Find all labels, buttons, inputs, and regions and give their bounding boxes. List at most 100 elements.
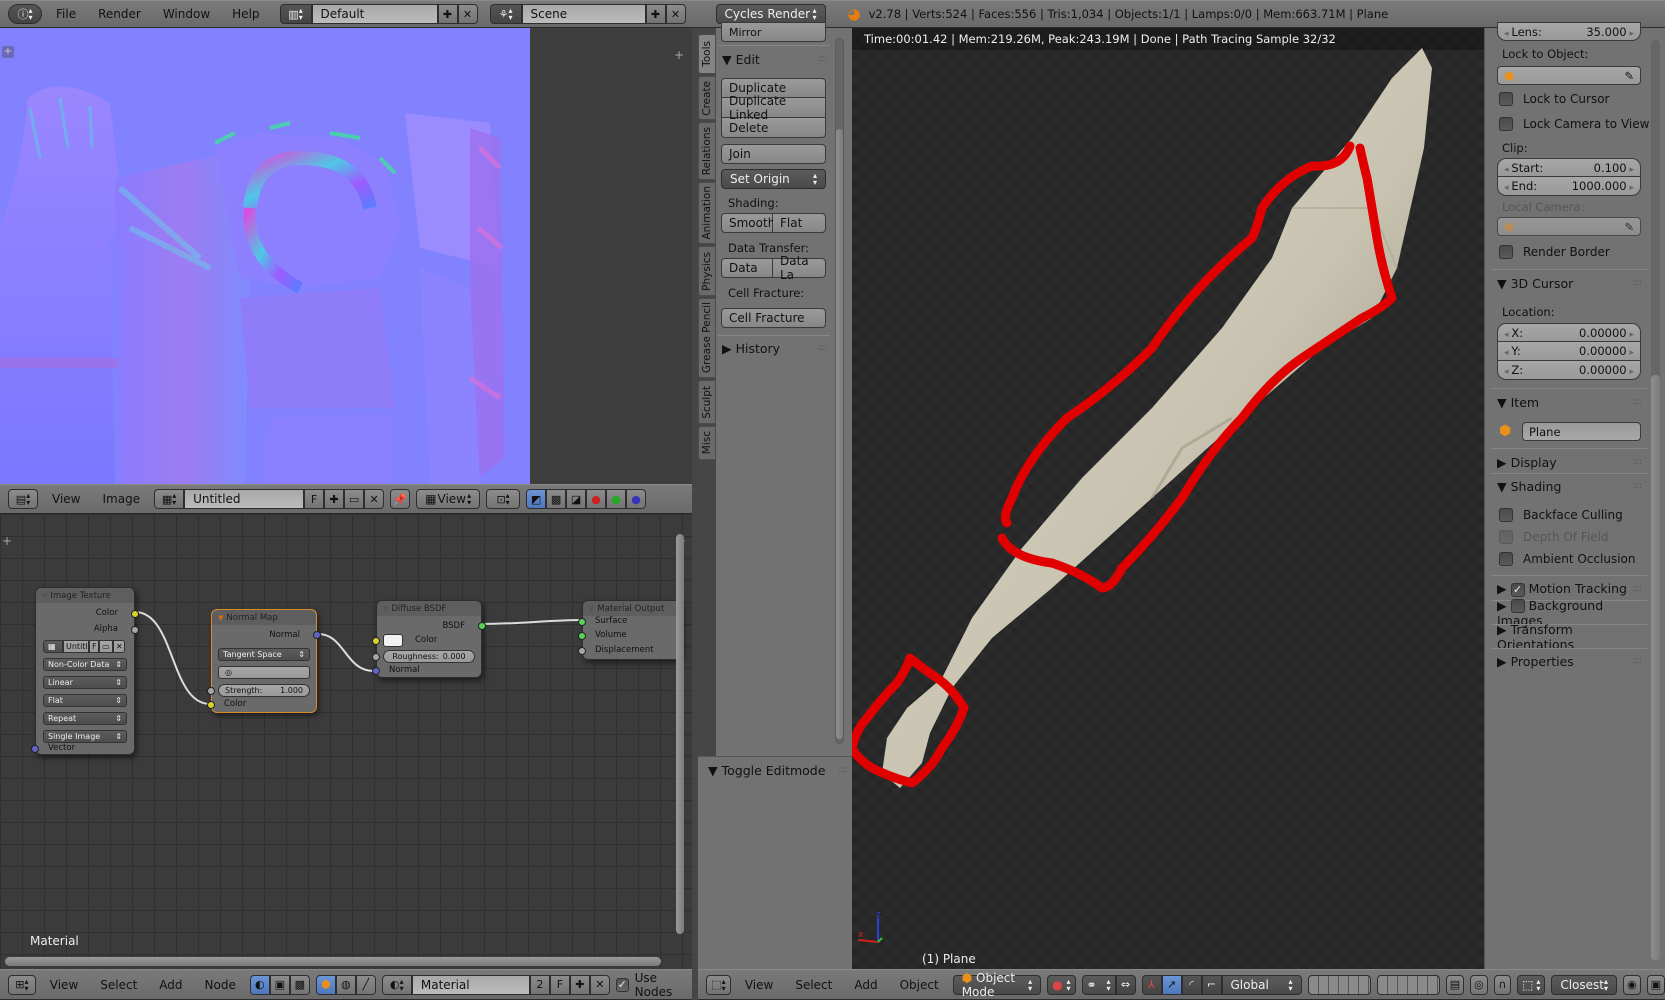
transform-orientations-panel-header[interactable]: ▶ Transform Orientations xyxy=(1491,622,1647,652)
menu-add[interactable]: Add xyxy=(846,978,885,992)
socket-bsdf-out[interactable] xyxy=(478,622,486,630)
render-border-checkbox[interactable] xyxy=(1499,245,1513,259)
strength-field[interactable]: Strength: 1.000 xyxy=(218,684,310,697)
socket-color-in[interactable] xyxy=(372,637,380,645)
delete-scene-button[interactable]: ✕ xyxy=(665,4,686,24)
color-swatch[interactable] xyxy=(383,634,403,647)
drag-grip-icon[interactable]: :::: xyxy=(818,343,827,353)
menu-add[interactable]: Add xyxy=(151,978,190,992)
viewport-shading-select[interactable]: ● ▴ ▾ xyxy=(1047,974,1076,995)
render-animation-icon[interactable]: ▣ xyxy=(1646,974,1665,995)
socket-surface-in[interactable] xyxy=(578,618,586,626)
add-scene-button[interactable]: ✚ xyxy=(645,4,666,24)
background-images-checkbox[interactable] xyxy=(1510,599,1525,614)
clip-end-field[interactable]: End:1000.000 xyxy=(1497,177,1641,196)
proportional-editing-icon[interactable]: ◎ xyxy=(1470,974,1488,995)
material-name-field[interactable]: Material xyxy=(411,974,530,995)
tab-misc[interactable]: Misc xyxy=(698,426,716,460)
drag-grip-icon[interactable]: :::: xyxy=(1633,457,1642,467)
background-images-panel-header[interactable]: ▶ Background Images xyxy=(1491,598,1647,629)
use-nodes-checkbox[interactable]: ✓ xyxy=(615,977,629,992)
image-editor-canvas[interactable]: + xyxy=(0,28,530,484)
compositing-nodes-icon[interactable]: ▣ xyxy=(269,974,290,995)
drag-grip-icon[interactable]: :::: xyxy=(1633,584,1642,594)
menu-view[interactable]: View xyxy=(44,492,88,506)
image-name-field[interactable]: Untitl xyxy=(63,640,89,653)
edit-panel-header[interactable]: ▼ Edit:::: xyxy=(716,48,832,70)
cursor-y-field[interactable]: Y:0.00000 xyxy=(1497,342,1641,361)
uv-map-field[interactable]: ◎ xyxy=(218,666,310,679)
mirror-button[interactable]: Mirror xyxy=(721,22,826,42)
menu-image[interactable]: Image xyxy=(94,492,148,506)
material-users-count[interactable]: 2 xyxy=(529,974,550,995)
browse-image-button[interactable]: ▦ ▴ ▾ xyxy=(154,489,185,509)
tab-create[interactable]: Create xyxy=(698,76,716,120)
image-open-icon[interactable]: ▭ xyxy=(99,640,113,653)
ambient-occlusion-checkbox[interactable] xyxy=(1499,552,1513,566)
browse-material-button[interactable]: ◐ ▴ ▾ xyxy=(381,974,412,995)
ambient-occlusion-row[interactable]: Ambient Occlusion xyxy=(1493,548,1635,570)
tab-grease-pencil[interactable]: Grease Pencil xyxy=(698,298,716,378)
material-fake-user-button[interactable]: F xyxy=(549,974,570,995)
line-style-icon[interactable]: ╱ xyxy=(355,974,376,995)
transform-manipulator-icon[interactable]: ⅄ xyxy=(1141,974,1162,995)
pivot-point-select[interactable]: ⚭ ▴ ▾ xyxy=(1081,974,1116,995)
blue-channel-icon[interactable]: ● xyxy=(626,489,647,509)
menu-view[interactable]: View xyxy=(42,978,86,992)
flat-button[interactable]: Flat xyxy=(773,213,826,233)
menu-window[interactable]: Window xyxy=(155,7,218,21)
display-panel-header[interactable]: ▶ Display:::: xyxy=(1491,451,1647,473)
editor-type-image-button[interactable]: ▤ ▴ ▾ xyxy=(8,489,38,509)
toggle-editmode-header[interactable]: ▼ Toggle Editmode:::: xyxy=(702,759,852,781)
source-select[interactable]: Single Image ⇕ xyxy=(43,730,127,743)
viewport-3d[interactable]: Time:00:01.42 | Mem:219.26M, Peak:243.19… xyxy=(852,28,1484,969)
scene-layers-grid[interactable] xyxy=(1307,974,1371,995)
region-toggle-plus-icon[interactable]: + xyxy=(674,48,684,62)
scene-layers-grid-2[interactable] xyxy=(1376,974,1440,995)
tab-sculpt[interactable]: Sculpt xyxy=(698,380,716,424)
item-name-field[interactable]: Plane xyxy=(1522,422,1641,441)
scene-icon-button[interactable]: ⚘ ▴ ▾ xyxy=(489,4,522,24)
roughness-field[interactable]: Roughness: 0.000 xyxy=(383,650,475,663)
menu-file[interactable]: File xyxy=(48,7,84,21)
tab-animation[interactable]: Animation xyxy=(698,182,716,244)
interaction-mode-select[interactable]: ⬢ Object Mode ▴ ▾ xyxy=(952,971,1042,999)
menu-node[interactable]: Node xyxy=(197,978,244,992)
motion-tracking-panel-header[interactable]: ▶ ✓ Motion Tracking:::: xyxy=(1491,578,1647,600)
tab-tools[interactable]: Tools xyxy=(698,34,716,74)
space-select[interactable]: Tangent Space ⇕ xyxy=(218,648,310,661)
set-origin-select[interactable]: Set Origin ▴ ▾ xyxy=(721,169,826,189)
green-channel-icon[interactable]: ● xyxy=(606,489,627,509)
item-panel-header[interactable]: ▼ Item:::: xyxy=(1491,391,1647,413)
menu-select[interactable]: Select xyxy=(787,978,840,992)
image-fake-user[interactable]: F xyxy=(89,640,99,653)
tab-relations[interactable]: Relations xyxy=(698,122,716,180)
shading-panel-header[interactable]: ▼ Shading:::: xyxy=(1491,475,1647,497)
history-panel-header[interactable]: ▶ History:::: xyxy=(716,337,832,359)
world-shader-icon[interactable]: ◍ xyxy=(335,974,356,995)
open-image-button[interactable]: ▭ xyxy=(344,489,365,509)
properties-scrollbar[interactable] xyxy=(1651,40,1660,960)
editor-type-node-button[interactable]: ⊞ ▴ ▾ xyxy=(8,974,36,995)
lock-to-object-field[interactable]: ⬢ ✎ xyxy=(1497,66,1641,85)
transform-orientation-select[interactable]: Global ▴ ▾ xyxy=(1221,974,1302,995)
object-shader-icon[interactable]: ⬢ xyxy=(315,974,336,995)
socket-alpha-out[interactable] xyxy=(131,626,139,634)
cursor-z-field[interactable]: Z:0.00000 xyxy=(1497,361,1641,380)
editor-type-3d-view-button[interactable]: ⬚ ▴ ▾ xyxy=(706,974,731,995)
drag-grip-icon[interactable]: :::: xyxy=(818,54,827,64)
socket-color-in[interactable] xyxy=(207,701,215,709)
node-material-output[interactable]: Material Output Surface Volume Displacem… xyxy=(578,600,682,660)
lock-camera-to-view-row[interactable]: Lock Camera to View xyxy=(1493,113,1649,135)
z-buffer-icon[interactable]: ◪ xyxy=(566,489,587,509)
socket-color-out[interactable] xyxy=(131,610,139,618)
rotate-manipulator-icon[interactable]: ◜ xyxy=(1181,974,1202,995)
manipulate-centers-icon[interactable]: ⇔ xyxy=(1115,974,1136,995)
interpolation-select[interactable]: Linear ⇕ xyxy=(43,676,127,689)
render-border-row[interactable]: Render Border xyxy=(1493,241,1610,263)
scale-manipulator-icon[interactable]: ⌐ xyxy=(1201,974,1222,995)
eyedropper-icon[interactable]: ✎ xyxy=(1624,69,1634,83)
unlink-material-button[interactable]: ✕ xyxy=(589,974,610,995)
smooth-button[interactable]: Smooth xyxy=(721,213,775,233)
3d-cursor-panel-header[interactable]: ▼ 3D Cursor:::: xyxy=(1491,272,1647,294)
